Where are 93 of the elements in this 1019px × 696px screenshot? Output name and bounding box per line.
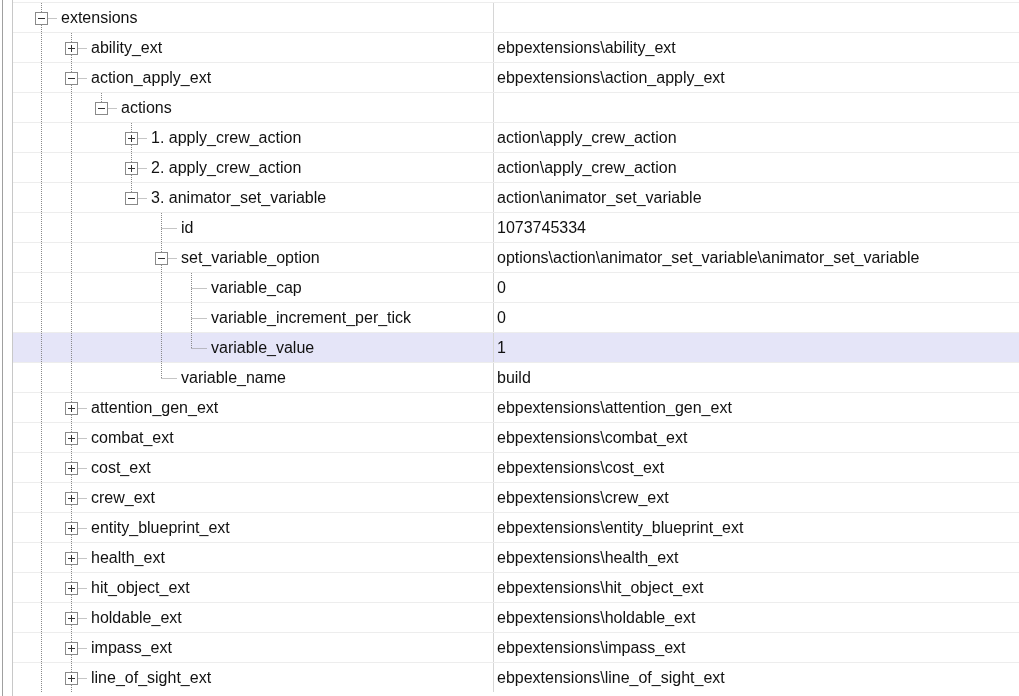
expand-icon[interactable] — [65, 492, 78, 505]
tree-row[interactable]: attention_gen_ext ebpextensions\attention_gen_ext — [13, 392, 1019, 422]
node-value: ebpextensions\health_ext — [497, 548, 679, 567]
tree-row[interactable]: cost_ext ebpextensions\cost_ext — [13, 452, 1019, 482]
node-label: cost_ext — [91, 458, 151, 477]
collapse-icon[interactable] — [65, 72, 78, 85]
tree-row[interactable]: entity_blueprint_ext ebpextensions\entity_blueprint_ext — [13, 512, 1019, 542]
node-label: entity_blueprint_ext — [91, 518, 230, 537]
node-value: ebpextensions\ability_ext — [497, 38, 676, 57]
node-value: ebpextensions\entity_blueprint_ext — [497, 518, 744, 537]
node-label: 1. apply_crew_action — [151, 128, 302, 147]
node-label: id — [181, 218, 194, 237]
tree-line — [41, 513, 88, 542]
collapse-icon[interactable] — [155, 252, 168, 265]
node-value: ebpextensions\line_of_sight_ext — [497, 668, 725, 687]
node-label: variable_increment_per_tick — [211, 308, 412, 327]
node-label: ability_ext — [91, 38, 163, 57]
tree-row[interactable]: combat_ext ebpextensions\combat_ext — [13, 422, 1019, 452]
node-value: options\action\animator_set_variable\animator_set_variable — [497, 248, 920, 267]
node-label: action_apply_ext — [91, 68, 212, 87]
node-label: holdable_ext — [91, 608, 182, 627]
node-value: build — [497, 368, 531, 387]
node-label: 2. apply_crew_action — [151, 158, 302, 177]
node-value: ebpextensions\combat_ext — [497, 428, 688, 447]
tree-row[interactable]: action_apply_ext ebpextensions\action_apply_ext — [13, 62, 1019, 92]
node-label: impass_ext — [91, 638, 172, 657]
expand-icon[interactable] — [65, 642, 78, 655]
expand-icon[interactable] — [125, 132, 138, 145]
collapse-icon[interactable] — [125, 192, 138, 205]
node-value: 0 — [497, 308, 506, 327]
tree-line — [41, 603, 88, 632]
tree-row[interactable]: variable_cap 0 — [13, 272, 1019, 302]
node-value: action\apply_crew_action — [497, 128, 677, 147]
node-label: 3. animator_set_variable — [151, 188, 327, 207]
tree-row[interactable]: 2. apply_crew_action action\apply_crew_action — [13, 152, 1019, 182]
node-label: health_ext — [91, 548, 165, 567]
node-label: hit_object_ext — [91, 578, 190, 597]
node-label: attention_gen_ext — [91, 398, 219, 417]
node-value: ebpextensions\cost_ext — [497, 458, 665, 477]
node-value: ebpextensions\holdable_ext — [497, 608, 696, 627]
node-label: line_of_sight_ext — [91, 668, 212, 687]
node-value: 0 — [497, 278, 506, 297]
node-value: ebpextensions\hit_object_ext — [497, 578, 704, 597]
tree-line — [41, 633, 88, 662]
node-value: action\animator_set_variable — [497, 188, 702, 207]
expand-icon[interactable] — [65, 42, 78, 55]
expand-icon[interactable] — [65, 432, 78, 445]
tree-row[interactable]: actions — [13, 92, 1019, 122]
expand-icon[interactable] — [65, 672, 78, 685]
tree-line — [41, 453, 88, 482]
node-value: action\apply_crew_action — [497, 158, 677, 177]
node-value: ebpextensions\crew_ext — [497, 488, 669, 507]
tree-line — [41, 423, 88, 452]
tree-line — [41, 483, 88, 512]
tree-row[interactable]: impass_ext ebpextensions\impass_ext — [13, 632, 1019, 662]
tree-row[interactable]: holdable_ext ebpextensions\holdable_ext — [13, 602, 1019, 632]
tree-row[interactable]: set_variable_option options\action\animator_set_variable\animator_set_variable — [13, 242, 1019, 272]
node-value: ebpextensions\action_apply_ext — [497, 68, 725, 87]
tree-row[interactable]: variable_value 1 — [13, 332, 1019, 362]
tree-line — [41, 663, 88, 692]
tree-row[interactable]: crew_ext ebpextensions\crew_ext — [13, 482, 1019, 512]
tree-row[interactable]: line_of_sight_ext ebpextensions\line_of_sight_ext — [13, 662, 1019, 692]
tree-row[interactable]: variable_name build — [13, 362, 1019, 392]
node-label: combat_ext — [91, 428, 174, 447]
node-label: variable_value — [211, 338, 315, 357]
expand-icon[interactable] — [65, 522, 78, 535]
tree-line — [41, 543, 88, 572]
tree-row[interactable]: id 1073745334 — [13, 212, 1019, 242]
expand-icon[interactable] — [65, 552, 78, 565]
node-value: 1073745334 — [497, 218, 586, 237]
tree-row[interactable]: 1. apply_crew_action action\apply_crew_action — [13, 122, 1019, 152]
tree-line — [41, 573, 88, 602]
tree-row[interactable]: 3. animator_set_variable action\animator_set_variable — [13, 182, 1019, 212]
expand-icon[interactable] — [65, 462, 78, 475]
expand-icon[interactable] — [65, 402, 78, 415]
expand-icon[interactable] — [65, 582, 78, 595]
node-label: variable_cap — [211, 278, 302, 297]
tree-row[interactable]: ability_ext ebpextensions\ability_ext — [13, 32, 1019, 62]
expand-icon[interactable] — [125, 162, 138, 175]
tree-row[interactable]: extensions — [13, 2, 1019, 32]
node-value: ebpextensions\impass_ext — [497, 638, 686, 657]
node-label: variable_name — [181, 368, 286, 387]
node-value: ebpextensions\attention_gen_ext — [497, 398, 732, 417]
node-label: crew_ext — [91, 488, 156, 507]
expand-icon[interactable] — [65, 612, 78, 625]
node-label: actions — [121, 98, 172, 117]
tree-row[interactable]: health_ext ebpextensions\health_ext — [13, 542, 1019, 572]
tree-row[interactable]: hit_object_ext ebpextensions\hit_object_ext — [13, 572, 1019, 602]
node-label: extensions — [61, 8, 138, 27]
collapse-icon[interactable] — [35, 12, 48, 25]
node-label: set_variable_option — [181, 248, 320, 267]
node-value: 1 — [497, 338, 506, 357]
collapse-icon[interactable] — [95, 102, 108, 115]
